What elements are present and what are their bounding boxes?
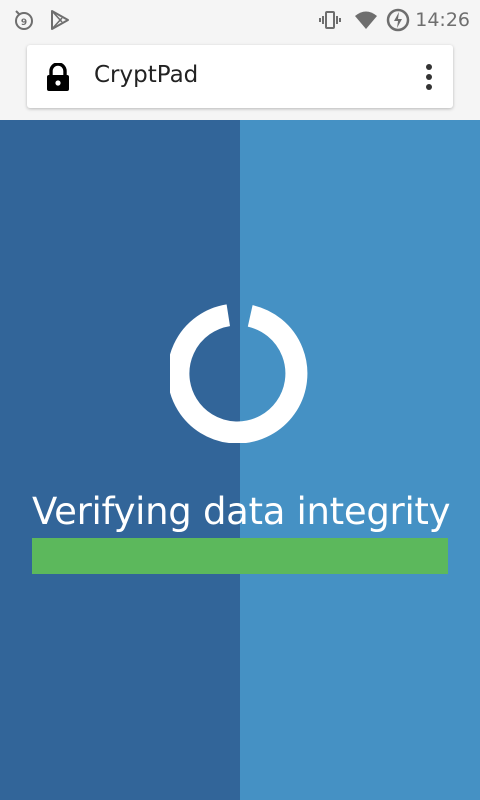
progress-bar xyxy=(32,538,448,574)
loading-screen: Verifying data integrity xyxy=(0,120,480,800)
background-panel-right xyxy=(240,120,480,800)
url-text[interactable]: CryptPad xyxy=(94,62,198,88)
battery-charging-icon xyxy=(386,8,410,32)
play-store-icon xyxy=(51,10,69,30)
loading-message: Verifying data integrity xyxy=(32,490,451,533)
progress-bar-fill xyxy=(32,538,448,574)
wifi-icon xyxy=(355,11,377,29)
status-time: 14:26 xyxy=(415,9,470,31)
overflow-menu-icon[interactable] xyxy=(423,63,435,91)
vibrate-icon xyxy=(319,11,341,29)
notification-badge-icon: 9 xyxy=(15,10,33,30)
lock-icon[interactable] xyxy=(45,63,71,91)
background-panel-left xyxy=(0,120,240,800)
loading-spinner-icon xyxy=(170,304,308,443)
browser-toolbar: CryptPad xyxy=(0,40,480,120)
url-bar[interactable]: CryptPad xyxy=(27,45,453,108)
status-bar: 9 14:26 xyxy=(0,0,480,40)
svg-text:9: 9 xyxy=(21,18,27,28)
